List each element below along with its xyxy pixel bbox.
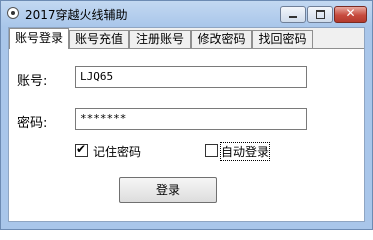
app-icon xyxy=(7,7,19,19)
account-input[interactable]: LJQ65 xyxy=(75,66,307,88)
close-button[interactable]: ✕ xyxy=(334,6,367,23)
window-title: 2017穿越火线辅助 xyxy=(25,8,128,22)
tab-account-login[interactable]: 账号登录 xyxy=(9,28,69,49)
remember-password-checkbox[interactable]: ✔ xyxy=(75,142,88,157)
login-button[interactable]: 登录 xyxy=(119,177,217,203)
client-area: 账号登录 账号充值 注册账号 修改密码 找回密码 账号: LJQ65 密码: *… xyxy=(8,27,365,222)
auto-login-checkbox[interactable] xyxy=(205,144,218,157)
tab-register-account[interactable]: 注册账号 xyxy=(129,30,191,48)
auto-login-label[interactable]: 自动登录 xyxy=(219,142,271,161)
minimize-button[interactable] xyxy=(280,6,306,23)
tab-account-recharge[interactable]: 账号充值 xyxy=(69,30,129,48)
tab-strip: 账号登录 账号充值 注册账号 修改密码 找回密码 xyxy=(9,28,364,49)
title-bar[interactable]: 2017穿越火线辅助 ✕ xyxy=(1,1,372,27)
maximize-button[interactable] xyxy=(307,6,333,23)
minimize-icon xyxy=(289,16,297,18)
password-label: 密码: xyxy=(17,116,48,131)
account-label: 账号: xyxy=(17,74,48,89)
tab-change-password[interactable]: 修改密码 xyxy=(191,30,252,48)
checkmark-icon: ✔ xyxy=(76,142,87,156)
login-panel: 账号: LJQ65 密码: ******* ✔ 记住密码 自动登录 登录 xyxy=(9,48,364,221)
password-input[interactable]: ******* xyxy=(75,108,307,130)
app-window: 2017穿越火线辅助 ✕ 账号登录 账号充值 注册账号 修改密码 找回密码 账号… xyxy=(0,0,373,230)
close-icon: ✕ xyxy=(345,6,356,20)
remember-password-label[interactable]: 记住密码 xyxy=(93,143,141,160)
maximize-icon xyxy=(316,10,325,19)
tab-recover-password[interactable]: 找回密码 xyxy=(252,30,313,48)
